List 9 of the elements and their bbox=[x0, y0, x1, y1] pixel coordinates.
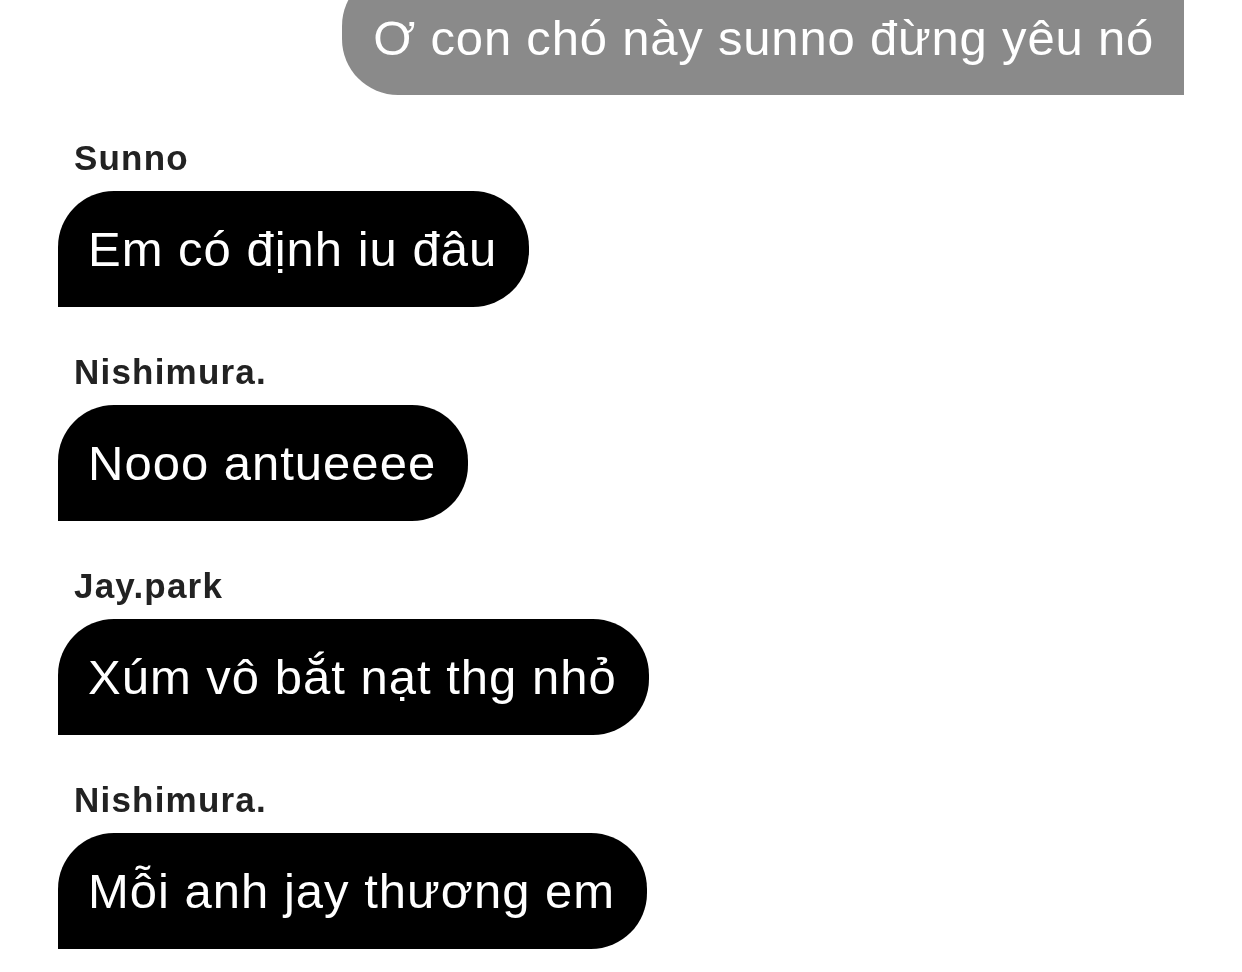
sender-name: Sunno bbox=[74, 138, 189, 178]
sender-name: Nishimura. bbox=[74, 780, 267, 820]
message-bubble: Xúm vô bắt nạt thg nhỏ bbox=[58, 619, 649, 735]
sender-name: Nishimura. bbox=[74, 352, 267, 392]
message-bubble: Mỗi anh jay thương em bbox=[58, 833, 648, 949]
message-bubble: Ơ con chó này sunno đừng yêu nó bbox=[342, 0, 1184, 95]
message-bubble: Nooo antueeee bbox=[58, 405, 469, 521]
sender-name: Jay.park bbox=[74, 566, 224, 606]
message-bubble: Em có định iu đâu bbox=[58, 191, 530, 307]
